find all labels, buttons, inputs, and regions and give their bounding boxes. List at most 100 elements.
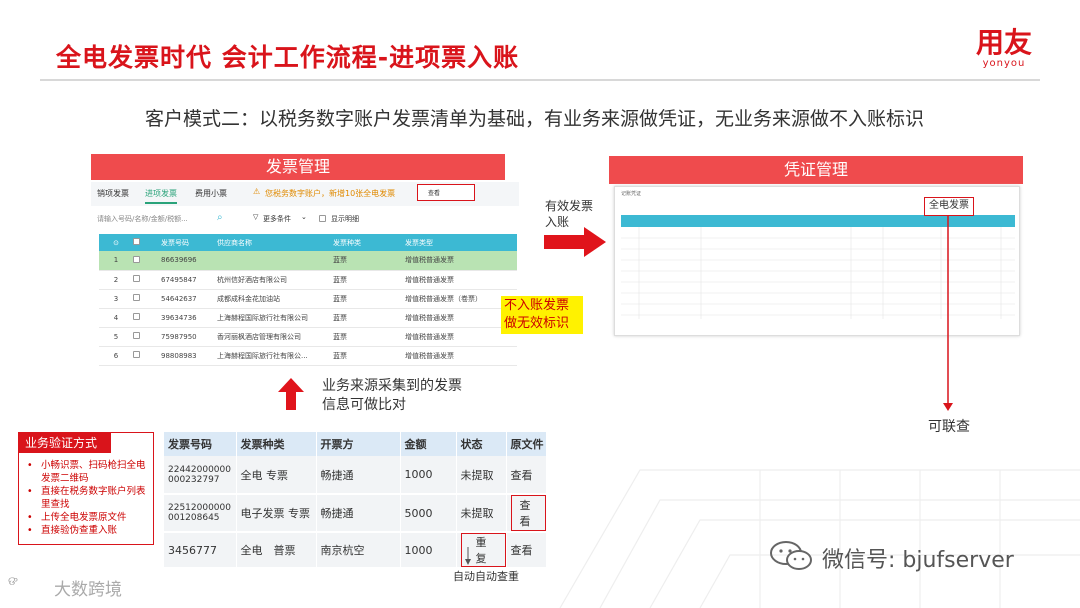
- table-row[interactable]: 1 86639696 蓝票 增值税普通发票: [99, 251, 517, 271]
- invoice-kind: 电子发票 专票: [236, 494, 317, 533]
- select-all-checkbox[interactable]: [129, 234, 157, 251]
- amount: 1000: [400, 532, 457, 569]
- voucher-management-panel: 凭证管理 记账凭证: [609, 156, 1023, 338]
- col-kind[interactable]: 发票种类: [329, 234, 401, 251]
- table-row[interactable]: 5 75987950 香河丽枫酒店管理有限公司 蓝票 增值税普通发票: [99, 327, 517, 347]
- amount: 1000: [400, 456, 457, 495]
- tab-input-invoice[interactable]: 进项发票: [145, 188, 177, 204]
- row-index: 3: [99, 289, 129, 309]
- col-file: 原文件: [506, 432, 547, 456]
- invoice-kind: 蓝票: [329, 270, 401, 290]
- auto-check-label: 自动自动查重: [453, 570, 519, 583]
- invoice-type: 增值税普通发票: [401, 327, 517, 347]
- invoice-no: 39634736: [157, 308, 213, 328]
- invoice-kind: 蓝票: [329, 346, 401, 366]
- table-row: 22442000000000232797 全电 专票 畅捷通 1000 未提取 …: [164, 456, 547, 495]
- invoice-search-input[interactable]: 请输入号码/名称/金额/税额...: [97, 214, 188, 224]
- invoice-kind: 全电 普票: [236, 532, 317, 569]
- row-index: 1: [99, 251, 129, 271]
- row-checkbox[interactable]: [129, 251, 157, 271]
- warning-icon: ⚠: [253, 187, 261, 196]
- table-row: 3456777 全电 普票 南京杭空 1000 重复 查看: [164, 532, 547, 569]
- col-invoice-no[interactable]: 发票号码: [157, 234, 213, 251]
- view-file-link[interactable]: 查看: [510, 495, 546, 531]
- invoice-type: 增值税普通发票: [401, 251, 517, 271]
- invoice-no: 98808983: [157, 346, 213, 366]
- table-row[interactable]: 2 67495847 杭州信好酒店有限公司 蓝票 增值税普通发票: [99, 270, 517, 290]
- invoice-no: 22512000000001208645: [164, 494, 237, 533]
- col-type[interactable]: 发票类型: [401, 234, 517, 251]
- verify-methods-box: 业务验证方式 小畅识票、扫码枪扫全电发票二维码 直接在税务数字账户列表里查找 上…: [18, 432, 154, 545]
- row-checkbox[interactable]: [129, 346, 157, 366]
- yonyou-logo: 用友 yonyou: [976, 28, 1032, 70]
- view-file-cell: 查看: [506, 494, 547, 533]
- invoice-no: 86639696: [157, 251, 213, 271]
- small-down-arrow: [465, 547, 471, 565]
- supplier-name: 香河丽枫酒店管理有限公司: [213, 327, 329, 347]
- verify-title: 业务验证方式: [19, 433, 111, 453]
- more-filter-button[interactable]: 更多条件: [263, 214, 291, 224]
- invoice-kind: 蓝票: [329, 308, 401, 328]
- invoice-kind: 全电 专票: [236, 456, 317, 495]
- tab-output-invoice[interactable]: 销项发票: [97, 188, 129, 199]
- supplier-name: [213, 251, 329, 271]
- up-arrow-icon: [278, 378, 304, 410]
- wechat-id: 微信号: bjufserver: [822, 548, 1014, 573]
- issuer: 畅捷通: [316, 494, 401, 533]
- collected-invoice-table: 发票号码 发票种类 开票方 金额 状态 原文件 2244200000000023…: [164, 432, 547, 569]
- invoice-type: 增值税普通发票: [401, 308, 517, 328]
- issuer: 南京杭空: [316, 532, 401, 569]
- table-row[interactable]: 3 54642637 成都成科金花加油站 蓝票 增值税普通发票（卷票）: [99, 289, 517, 309]
- title-divider: [40, 79, 1040, 81]
- invoice-kind: 蓝票: [329, 327, 401, 347]
- wechat-icon: [770, 541, 812, 570]
- row-checkbox[interactable]: [129, 270, 157, 290]
- invoice-tabs: 销项发票 进项发票 费用小票 ⚠ 您税务数字账户，新增10张全电发票 查看: [91, 182, 519, 206]
- col-supplier[interactable]: 供应商名称: [213, 234, 329, 251]
- invoice-no: 67495847: [157, 270, 213, 290]
- supplier-name: 成都成科金花加油站: [213, 289, 329, 309]
- chevron-down-icon[interactable]: ⌄: [301, 213, 307, 221]
- settings-icon[interactable]: ⊙: [99, 234, 129, 251]
- invoice-management-panel: 发票管理 销项发票 进项发票 费用小票 ⚠ 您税务数字账户，新增10张全电发票 …: [91, 154, 519, 372]
- col-issuer: 开票方: [316, 432, 401, 456]
- view-file-link[interactable]: 查看: [506, 456, 547, 495]
- show-detail-label: 显示明细: [331, 215, 359, 223]
- supplier-name: 上海赫程国际旅行社有限公司: [213, 308, 329, 328]
- invoice-type: 增值税普通发票（卷票）: [401, 289, 517, 309]
- view-file-link[interactable]: 查看: [506, 532, 547, 569]
- search-icon[interactable]: ⌕: [217, 212, 223, 223]
- col-invoice-no: 发票号码: [164, 432, 237, 456]
- col-amount: 金额: [400, 432, 457, 456]
- invoice-no: 22442000000000232797: [164, 456, 237, 495]
- voucher-panel-header: 凭证管理: [609, 156, 1023, 184]
- supplier-name: 杭州信好酒店有限公司: [213, 270, 329, 290]
- invoice-no: 3456777: [164, 532, 237, 569]
- row-index: 4: [99, 308, 129, 328]
- right-arrow-icon: [544, 227, 606, 257]
- tab-expense-receipt[interactable]: 费用小票: [195, 188, 227, 199]
- down-arrow-line: [943, 215, 953, 411]
- invoice-kind: 蓝票: [329, 251, 401, 271]
- row-checkbox[interactable]: [129, 308, 157, 328]
- slide-title: 全电发票时代 会计工作流程-进项票入账: [56, 43, 520, 72]
- quandian-invoice-button[interactable]: 全电发票: [924, 197, 974, 216]
- row-index: 6: [99, 346, 129, 366]
- list-item: 直接在税务数字账户列表里查找: [23, 485, 153, 511]
- watermark-logo-icon: ଙ: [8, 574, 18, 588]
- table-row[interactable]: 6 98808983 上海赫程国际旅行社有限公... 蓝票 增值税普通发票: [99, 346, 517, 366]
- traceable-label: 可联查: [928, 419, 970, 435]
- amount: 5000: [400, 494, 457, 533]
- filter-icon[interactable]: ▽: [253, 213, 258, 221]
- invoice-kind: 蓝票: [329, 289, 401, 309]
- slide-subtitle: 客户模式二：以税务数字账户发票清单为基础，有业务来源做凭证，无业务来源做不入账标…: [145, 108, 925, 130]
- table-row[interactable]: 4 39634736 上海赫程国际旅行社有限公司 蓝票 增值税普通发票: [99, 308, 517, 328]
- show-detail-checkbox[interactable]: [319, 215, 326, 222]
- row-checkbox[interactable]: [129, 327, 157, 347]
- row-checkbox[interactable]: [129, 289, 157, 309]
- watermark-text: 大数跨境: [54, 580, 122, 600]
- notice-view-button[interactable]: 查看: [417, 184, 475, 201]
- invoice-table: ⊙ 发票号码 供应商名称 发票种类 发票类型 1 86639696 蓝票 增值税…: [99, 234, 517, 366]
- status: 未提取: [456, 494, 507, 533]
- brand-en: yonyou: [982, 58, 1026, 69]
